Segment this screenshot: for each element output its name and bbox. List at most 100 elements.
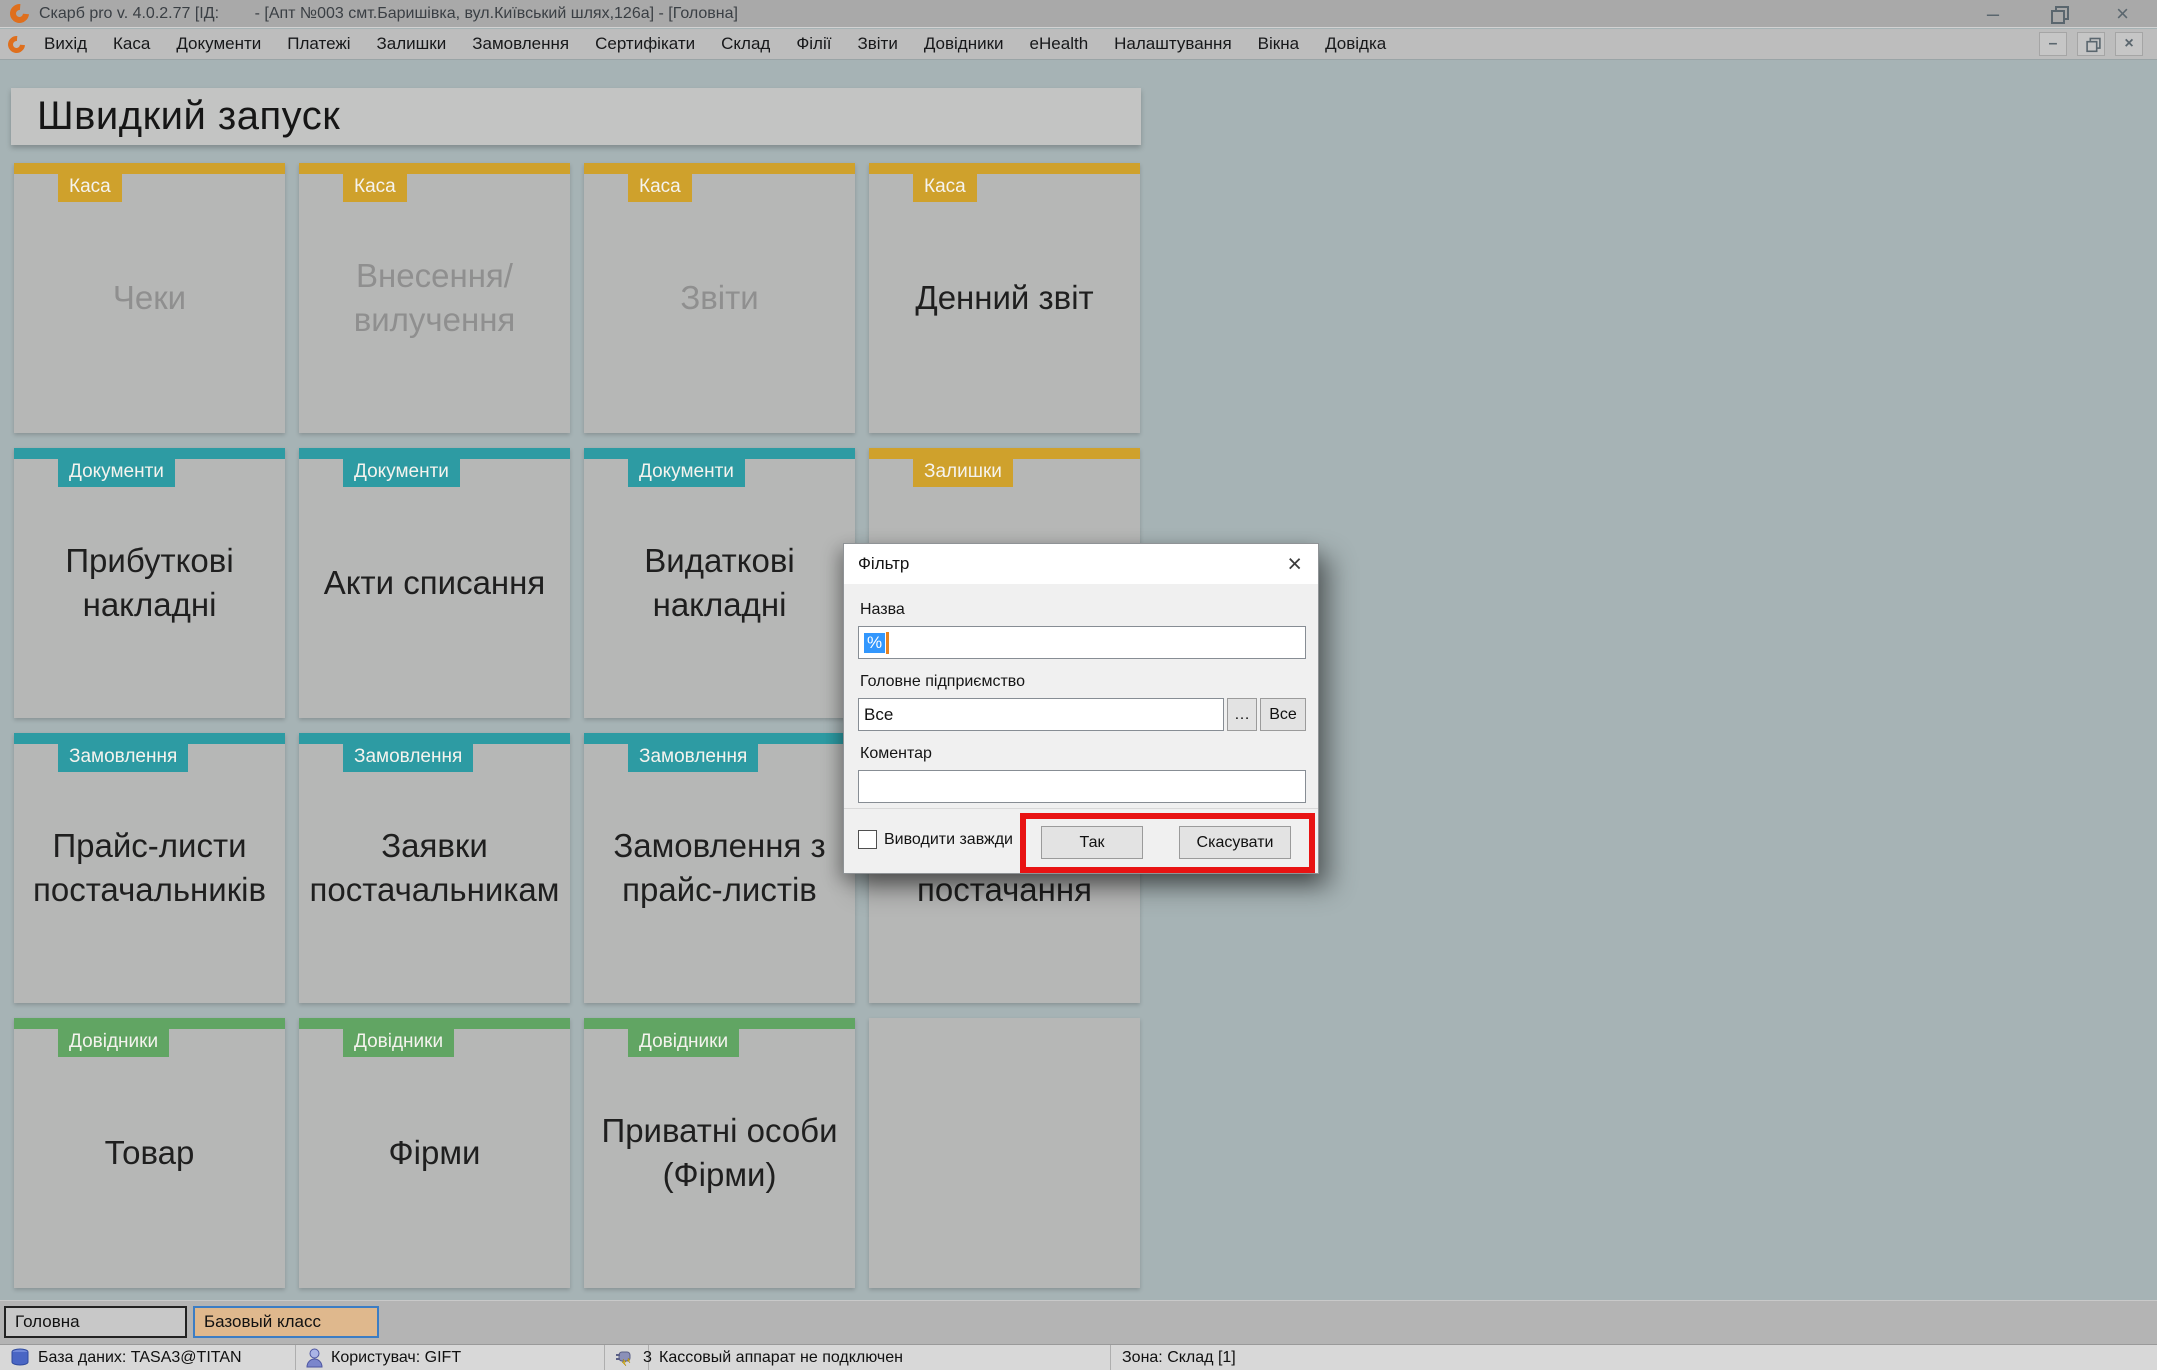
mdi-close-icon[interactable]: × <box>2115 32 2143 56</box>
tile-label: Чеки <box>112 279 187 316</box>
tile-accent-bar <box>869 448 1140 459</box>
menu-item-11[interactable]: eHealth <box>1017 30 1102 58</box>
minimize-icon[interactable]: – <box>1987 2 1999 24</box>
title-bar: Скарб pro v. 4.0.2.77 [ІД: - [Апт №003 с… <box>0 0 2157 28</box>
all-button[interactable]: Все <box>1260 698 1306 731</box>
tile-accent-bar <box>299 448 570 459</box>
enterprise-input[interactable]: Все <box>858 698 1224 731</box>
tile-label: Видаткові накладні <box>644 542 795 623</box>
app-window: Скарб pro v. 4.0.2.77 [ІД: - [Апт №003 с… <box>0 0 2157 1370</box>
restore-squares-icon <box>2085 37 2101 52</box>
tile-1[interactable]: Каса Внесення/вилучення <box>299 163 570 433</box>
tile-5[interactable]: Документи Акти списання <box>299 448 570 718</box>
tile-label: Приватні особи (Фірми) <box>601 1112 838 1193</box>
menu-item-14[interactable]: Довідка <box>1312 30 1399 58</box>
tile-label: Внесення/вилучення <box>353 257 516 338</box>
tile-category-badge: Замовлення <box>628 744 759 772</box>
menu-item-13[interactable]: Вікна <box>1245 30 1312 58</box>
plug-icon <box>616 1351 631 1366</box>
window-controls: – × <box>1987 2 2147 24</box>
tile-accent-bar <box>584 448 855 459</box>
restore-icon[interactable] <box>2051 4 2070 24</box>
menu-item-3[interactable]: Платежі <box>274 30 363 58</box>
tile-14[interactable]: Довідники Приватні особи (Фірми) <box>584 1018 855 1288</box>
tile-category-badge: Документи <box>343 459 460 487</box>
tile-3[interactable]: Каса Денний звіт <box>869 163 1140 433</box>
window-title: Скарб pro v. 4.0.2.77 [ІД: - [Апт №003 с… <box>39 4 738 22</box>
tile-13[interactable]: Довідники Фірми <box>299 1018 570 1288</box>
tab-bazovyi-klass[interactable]: Базовый класс <box>193 1306 379 1338</box>
menu-item-0[interactable]: Вихід <box>31 30 100 58</box>
tile-12[interactable]: Довідники Товар <box>14 1018 285 1288</box>
user-text: Користувач: GIFT <box>331 1348 462 1366</box>
menu-item-2[interactable]: Документи <box>163 30 274 58</box>
tile-label: Звіти <box>680 279 759 316</box>
tile-category-badge: Каса <box>913 174 977 202</box>
tile-8[interactable]: Замовлення Прайс-листи постачальників <box>14 733 285 1003</box>
restore-squares-icon <box>2051 5 2070 24</box>
menu-item-8[interactable]: Філії <box>783 30 844 58</box>
menu-item-4[interactable]: Залишки <box>364 30 460 58</box>
dialog-close-icon[interactable]: × <box>1287 552 1302 577</box>
filter-dialog: Фільтр × Назва % Головне підприємство Вс… <box>843 543 1319 874</box>
menu-item-1[interactable]: Каса <box>100 30 163 58</box>
menu-item-5[interactable]: Замовлення <box>459 30 582 58</box>
status-database: База даних: TASA3@TITAN <box>0 1345 296 1370</box>
cancel-button[interactable]: Скасувати <box>1179 826 1291 859</box>
tile-label: Товар <box>104 1134 195 1171</box>
tile-accent-bar <box>584 163 855 174</box>
tab-holovna[interactable]: Головна <box>4 1306 187 1338</box>
dialog-body: Назва % Головне підприємство Все … Все К… <box>844 584 1318 808</box>
text-caret <box>886 631 890 654</box>
app-logo-icon <box>6 0 33 27</box>
tile-4[interactable]: Документи Прибуткові накладні <box>14 448 285 718</box>
show-always-label: Виводити завжди <box>884 830 1013 848</box>
menu-bar: Вихід Каса Документи Платежі Залишки Замовлен… <box>0 29 2157 60</box>
tile-label: Замовлення з прайс-листів <box>613 827 826 908</box>
tile-accent-bar <box>869 163 1140 174</box>
tile-9[interactable]: Замовлення Заявки постачальникам <box>299 733 570 1003</box>
tile-2[interactable]: Каса Звіти <box>584 163 855 433</box>
tile-accent-bar <box>14 1018 285 1029</box>
menu-item-6[interactable]: Сертифікати <box>582 30 708 58</box>
selected-text: % <box>864 632 886 653</box>
name-input[interactable]: % <box>858 626 1306 659</box>
database-icon <box>11 1348 29 1365</box>
show-always-row: Виводити завжди <box>858 830 1013 849</box>
enterprise-field-label: Головне підприємство <box>860 673 1025 690</box>
name-field-label: Назва <box>860 601 905 618</box>
user-icon <box>306 1348 323 1367</box>
menu-item-12[interactable]: Налаштування <box>1101 30 1245 58</box>
comment-input[interactable] <box>858 770 1306 803</box>
tile-label: Заявки постачальникам <box>309 827 560 908</box>
cashbox-text: Кассовый аппарат не подключен <box>659 1348 903 1366</box>
menu-item-10[interactable]: Довідники <box>911 30 1017 58</box>
tile-category-badge: Замовлення <box>58 744 189 772</box>
browse-button[interactable]: … <box>1227 698 1257 731</box>
tile-category-badge: Замовлення <box>343 744 474 772</box>
close-icon[interactable]: × <box>2116 2 2129 24</box>
tile-label: Денний звіт <box>915 279 1094 316</box>
tile-category-badge: Довідники <box>343 1029 455 1057</box>
mdi-restore-icon[interactable] <box>2077 32 2105 56</box>
mdi-minimize-icon[interactable]: – <box>2039 32 2067 56</box>
status-connection-count: 3 <box>605 1345 652 1370</box>
page-title: Швидкий запуск <box>37 94 341 138</box>
comment-field-label: Коментар <box>860 745 932 762</box>
show-always-checkbox[interactable] <box>858 830 877 849</box>
tile-category-badge: Довідники <box>628 1029 740 1057</box>
tile-0[interactable]: Каса Чеки <box>14 163 285 433</box>
menu-item-7[interactable]: Склад <box>708 30 783 58</box>
mdi-window-controls: – × <box>2039 32 2149 56</box>
database-text: База даних: TASA3@TITAN <box>38 1348 242 1366</box>
tile-10[interactable]: Замовлення Замовлення з прайс-листів <box>584 733 855 1003</box>
status-bar: База даних: TASA3@TITAN Користувач: GIFT… <box>0 1344 2157 1370</box>
tile-accent-bar <box>299 163 570 174</box>
quick-launch-header: Швидкий запуск <box>11 88 1141 145</box>
menu-item-9[interactable]: Звіти <box>844 30 910 58</box>
tile-6[interactable]: Документи Видаткові накладні <box>584 448 855 718</box>
ok-button[interactable]: Так <box>1041 826 1143 859</box>
tile-category-badge: Каса <box>628 174 692 202</box>
zone-text: Зона: Склад [1] <box>1122 1348 1236 1366</box>
tile-accent-bar <box>14 163 285 174</box>
